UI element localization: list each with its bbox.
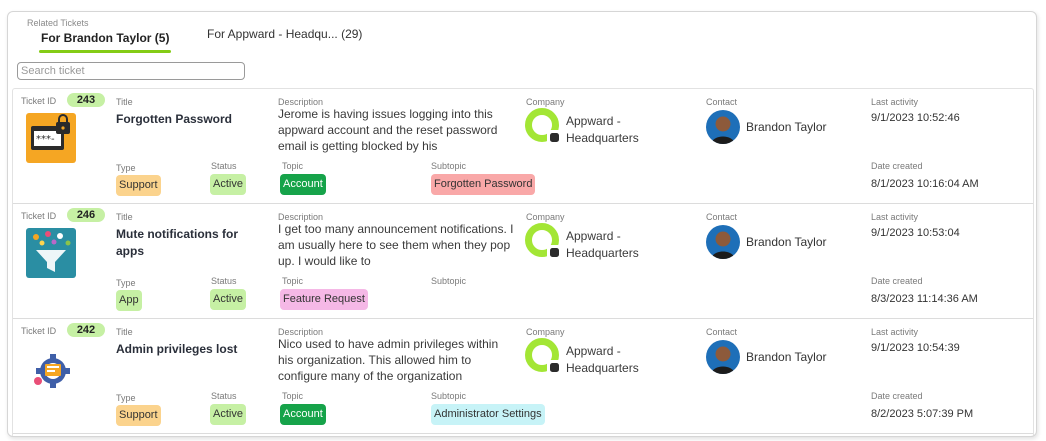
ticket-id-badge: 242 xyxy=(67,323,105,337)
subtopic-chip: Administrator Settings xyxy=(431,404,545,425)
company-name[interactable]: Appward - Headquarters xyxy=(566,228,676,262)
last-activity-value: 9/1/2023 10:54:39 xyxy=(871,342,960,354)
date-created-label: Date created xyxy=(871,161,923,171)
status-label: Status xyxy=(211,276,237,286)
type-label: Type xyxy=(116,163,136,173)
avatar xyxy=(706,340,740,374)
topic-label: Topic xyxy=(282,276,304,286)
type-chip: App xyxy=(116,290,142,311)
tab-for-contact[interactable]: For Brandon Taylor (5) xyxy=(39,31,172,53)
date-created-label: Date created xyxy=(871,391,923,401)
last-activity-label: Last activity xyxy=(871,327,919,337)
title-label: Title xyxy=(116,212,133,222)
password-lock-icon: ***- xyxy=(26,113,76,163)
admin-settings-icon xyxy=(26,343,76,393)
ticket-list: Ticket ID 243 ***- Title Forgotten Passw… xyxy=(12,88,1034,436)
subtopic-label: Subtopic xyxy=(431,391,467,401)
active-tab-underline xyxy=(39,50,172,53)
ticket-title[interactable]: Admin privileges lost xyxy=(116,341,266,358)
ticket-id-label: Ticket ID xyxy=(21,326,57,336)
status-chip: Active xyxy=(210,404,246,425)
date-created-value: 8/2/2023 5:07:39 PM xyxy=(871,408,974,420)
title-label: Title xyxy=(116,327,133,337)
topic-chip: Account xyxy=(280,404,326,425)
contact-name[interactable]: Brandon Taylor xyxy=(746,120,827,134)
subtopic-label: Subtopic xyxy=(431,276,467,286)
ticket-id-label: Ticket ID xyxy=(21,211,57,221)
company-name[interactable]: Appward - Headquarters xyxy=(566,113,676,147)
contact-label: Contact xyxy=(706,327,738,337)
ticket-title[interactable]: Mute notifications for apps xyxy=(116,226,266,260)
panel-legend: Related Tickets xyxy=(24,17,92,29)
svg-text:***-: ***- xyxy=(36,134,55,145)
status-label: Status xyxy=(211,161,237,171)
ticket-row[interactable]: Ticket ID 246 Title Mute notifications f… xyxy=(13,204,1033,319)
company-logo-icon xyxy=(525,338,561,374)
company-label: Company xyxy=(526,97,565,107)
type-label: Type xyxy=(116,278,136,288)
type-label: Type xyxy=(116,393,136,403)
date-created-value: 8/3/2023 11:14:36 AM xyxy=(871,293,978,305)
contact-name[interactable]: Brandon Taylor xyxy=(746,350,827,364)
ticket-id-badge: 243 xyxy=(67,93,105,107)
company-logo-icon xyxy=(525,108,561,144)
date-created-label: Date created xyxy=(871,276,923,286)
last-activity-value: 9/1/2023 10:53:04 xyxy=(871,227,960,239)
search-ticket-input[interactable] xyxy=(17,62,245,80)
last-activity-label: Last activity xyxy=(871,212,919,222)
status-chip: Active xyxy=(210,174,246,195)
tab-for-company[interactable]: For Appward - Headqu... (29) xyxy=(207,27,362,41)
related-tickets-panel: Related Tickets For Brandon Taylor (5) F… xyxy=(7,11,1037,437)
company-name[interactable]: Appward - Headquarters xyxy=(566,343,676,377)
last-activity-label: Last activity xyxy=(871,97,919,107)
date-created-value: 8/1/2023 10:16:04 AM xyxy=(871,178,979,190)
topic-label: Topic xyxy=(282,391,304,401)
type-chip: Support xyxy=(116,405,161,426)
ticket-id-badge: 246 xyxy=(67,208,105,222)
ticket-title[interactable]: Forgotten Password xyxy=(116,111,266,128)
company-label: Company xyxy=(526,212,565,222)
ticket-row[interactable]: Ticket ID 242 Title Admin privileges los… xyxy=(13,319,1033,434)
contact-label: Contact xyxy=(706,97,738,107)
contact-name[interactable]: Brandon Taylor xyxy=(746,235,827,249)
notification-funnel-icon xyxy=(26,228,76,278)
topic-chip: Account xyxy=(280,174,326,195)
avatar xyxy=(706,110,740,144)
ticket-description: I get too many announcement notification… xyxy=(278,222,514,268)
status-chip: Active xyxy=(210,289,246,310)
subtopic-chip: Forgotten Password xyxy=(431,174,536,195)
company-label: Company xyxy=(526,327,565,337)
avatar xyxy=(706,225,740,259)
ticket-row[interactable]: Ticket ID 243 ***- Title Forgotten Passw… xyxy=(13,89,1033,204)
tab-label: For Brandon Taylor (5) xyxy=(41,31,170,45)
status-label: Status xyxy=(211,391,237,401)
contact-label: Contact xyxy=(706,212,738,222)
topic-label: Topic xyxy=(282,161,304,171)
tab-label: For Appward - Headqu... (29) xyxy=(207,27,363,41)
type-chip: Support xyxy=(116,175,161,196)
ticket-description: Jerome is having issues logging into thi… xyxy=(278,107,498,153)
topic-chip: Feature Request xyxy=(280,289,368,310)
ticket-description: Nico used to have admin privileges withi… xyxy=(278,337,499,383)
company-logo-icon xyxy=(525,223,561,259)
ticket-id-label: Ticket ID xyxy=(21,96,57,106)
subtopic-label: Subtopic xyxy=(431,161,467,171)
last-activity-value: 9/1/2023 10:52:46 xyxy=(871,112,960,124)
title-label: Title xyxy=(116,97,133,107)
